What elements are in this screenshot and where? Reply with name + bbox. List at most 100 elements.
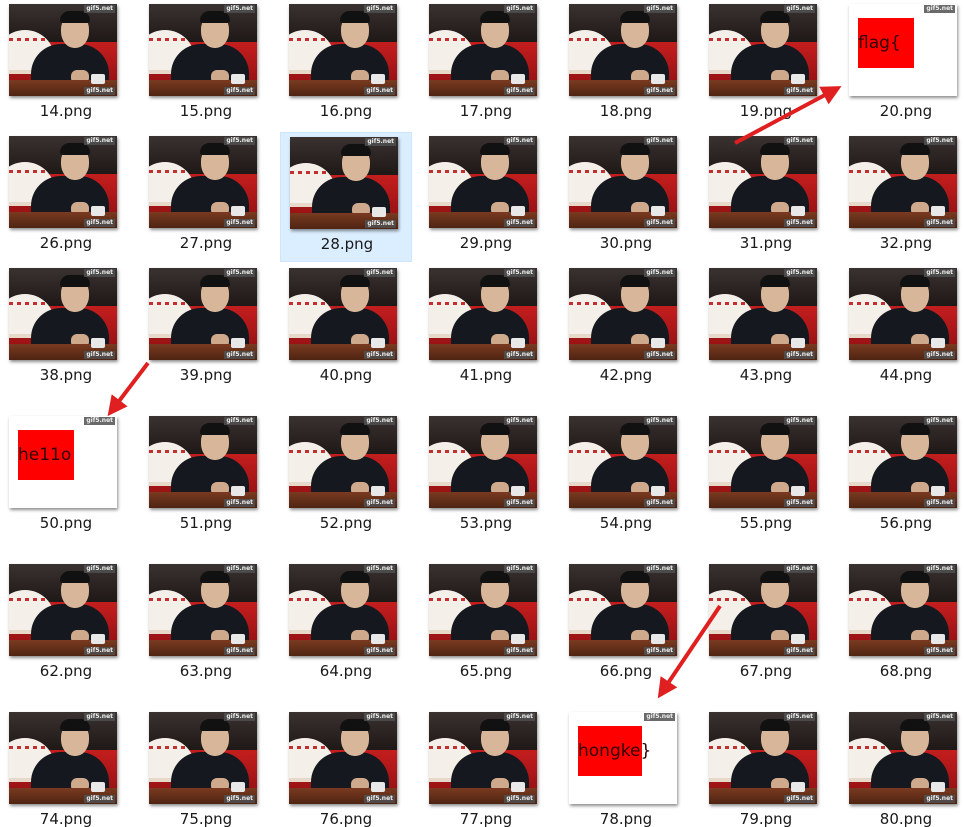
file-item[interactable]: gif5.net gif5.net 75.png xyxy=(140,708,272,827)
file-name: 65.png xyxy=(459,662,513,680)
photo-cups xyxy=(231,338,245,348)
file-item[interactable]: gif5.net gif5.net 68.png xyxy=(840,560,964,690)
photo-cups xyxy=(791,338,805,348)
photo-cups xyxy=(372,207,386,217)
watermark: gif5.net xyxy=(504,795,535,803)
file-item[interactable]: gif5.net gif5.net 76.png xyxy=(280,708,412,827)
file-item[interactable]: gif5.net gif5.net 79.png xyxy=(700,708,832,827)
file-item[interactable]: gif5.net gif5.net 17.png xyxy=(420,0,552,130)
watermark: gif5.net xyxy=(784,137,815,145)
photo-thumbnail: gif5.net gif5.net xyxy=(9,712,117,804)
photo-thumbnail: gif5.net gif5.net xyxy=(429,564,537,656)
file-item[interactable]: gif5.net gif5.net 38.png xyxy=(0,264,132,394)
file-item[interactable]: flag{gif5.net 20.png xyxy=(840,0,964,130)
photo-cups xyxy=(791,782,805,792)
flag-thumbnail: he11o gif5.net xyxy=(9,416,117,508)
file-item[interactable]: gif5.net gif5.net 30.png xyxy=(560,132,692,262)
photo-cups xyxy=(931,486,945,496)
watermark: gif5.net xyxy=(84,219,115,227)
file-item[interactable]: gif5.net gif5.net 55.png xyxy=(700,412,832,542)
photo-cups xyxy=(931,206,945,216)
photo-thumbnail: gif5.net gif5.net xyxy=(289,564,397,656)
file-item[interactable]: gif5.net gif5.net 56.png xyxy=(840,412,964,542)
file-item[interactable]: gif5.net gif5.net 54.png xyxy=(560,412,692,542)
watermark: gif5.net xyxy=(364,713,395,721)
watermark: gif5.net xyxy=(364,351,395,359)
file-item[interactable]: gif5.net gif5.net 53.png xyxy=(420,412,552,542)
file-item[interactable]: gif5.net gif5.net 63.png xyxy=(140,560,272,690)
file-item[interactable]: gif5.net gif5.net 51.png xyxy=(140,412,272,542)
file-item[interactable]: gif5.net gif5.net 64.png xyxy=(280,560,412,690)
file-item[interactable]: gif5.net gif5.net 74.png xyxy=(0,708,132,827)
photo-cups xyxy=(371,486,385,496)
watermark: gif5.net xyxy=(364,499,395,507)
file-item[interactable]: gif5.net gif5.net 80.png xyxy=(840,708,964,827)
watermark: gif5.net xyxy=(644,269,675,277)
file-item[interactable]: gif5.net gif5.net 18.png xyxy=(560,0,692,130)
watermark: gif5.net xyxy=(364,647,395,655)
photo-cups xyxy=(91,206,105,216)
photo-thumbnail: gif5.net gif5.net xyxy=(149,564,257,656)
file-name: 40.png xyxy=(319,366,373,384)
file-item[interactable]: gif5.net gif5.net 65.png xyxy=(420,560,552,690)
file-item[interactable]: gif5.net gif5.net 19.png xyxy=(700,0,832,130)
photo-cups xyxy=(371,782,385,792)
file-name: 39.png xyxy=(179,366,233,384)
file-item[interactable]: gif5.net gif5.net 52.png xyxy=(280,412,412,542)
file-item[interactable]: gif5.net gif5.net 14.png xyxy=(0,0,132,130)
file-item[interactable]: gif5.net gif5.net 28.png xyxy=(280,132,412,262)
file-item[interactable]: gif5.net gif5.net 67.png xyxy=(700,560,832,690)
file-item[interactable]: gif5.net gif5.net 15.png xyxy=(140,0,272,130)
watermark: gif5.net xyxy=(84,87,115,95)
photo-thumbnail: gif5.net gif5.net xyxy=(709,416,817,508)
file-item[interactable]: gif5.net gif5.net 41.png xyxy=(420,264,552,394)
file-item[interactable]: gif5.net gif5.net 27.png xyxy=(140,132,272,262)
file-item[interactable]: gif5.net gif5.net 29.png xyxy=(420,132,552,262)
file-item[interactable]: gif5.net gif5.net 40.png xyxy=(280,264,412,394)
file-name: 66.png xyxy=(599,662,653,680)
file-item[interactable]: gif5.net gif5.net 42.png xyxy=(560,264,692,394)
file-item[interactable]: gif5.net gif5.net 66.png xyxy=(560,560,692,690)
file-item[interactable]: gif5.net gif5.net 39.png xyxy=(140,264,272,394)
watermark: gif5.net xyxy=(644,5,675,13)
watermark: gif5.net xyxy=(84,351,115,359)
file-item[interactable]: gif5.net gif5.net 43.png xyxy=(700,264,832,394)
watermark: gif5.net xyxy=(364,5,395,13)
watermark: gif5.net xyxy=(644,137,675,145)
watermark: gif5.net xyxy=(84,565,115,573)
file-item[interactable]: gif5.net gif5.net 32.png xyxy=(840,132,964,262)
watermark: gif5.net xyxy=(224,351,255,359)
watermark: gif5.net xyxy=(364,565,395,573)
photo-cups xyxy=(91,634,105,644)
file-name: 29.png xyxy=(459,234,513,252)
file-item[interactable]: gif5.net gif5.net 62.png xyxy=(0,560,132,690)
file-name: 79.png xyxy=(739,810,793,827)
photo-thumbnail: gif5.net gif5.net xyxy=(9,268,117,360)
file-item[interactable]: he11o gif5.net 50.png xyxy=(0,412,132,542)
file-item[interactable]: gif5.net gif5.net 31.png xyxy=(700,132,832,262)
watermark: gif5.net xyxy=(224,137,255,145)
file-item[interactable]: gif5.net gif5.net 16.png xyxy=(280,0,412,130)
watermark: gif5.net xyxy=(504,269,535,277)
file-item[interactable]: gif5.net gif5.net 26.png xyxy=(0,132,132,262)
file-item[interactable]: gif5.net gif5.net 77.png xyxy=(420,708,552,827)
watermark: gif5.net xyxy=(84,417,115,425)
photo-cups xyxy=(231,634,245,644)
watermark: gif5.net xyxy=(924,499,955,507)
photo-cups xyxy=(231,74,245,84)
file-name: 55.png xyxy=(739,514,793,532)
file-name: 64.png xyxy=(319,662,373,680)
watermark: gif5.net xyxy=(644,647,675,655)
watermark: gif5.net xyxy=(644,219,675,227)
file-name: 74.png xyxy=(39,810,93,827)
watermark: gif5.net xyxy=(224,795,255,803)
file-item[interactable]: gif5.net gif5.net 44.png xyxy=(840,264,964,394)
photo-thumbnail: gif5.net gif5.net xyxy=(849,268,957,360)
photo-cups xyxy=(651,338,665,348)
photo-thumbnail: gif5.net gif5.net xyxy=(149,136,257,228)
photo-thumbnail: gif5.net gif5.net xyxy=(149,268,257,360)
file-name: 27.png xyxy=(179,234,233,252)
file-item[interactable]: hongke} gif5.net 78.png xyxy=(560,708,692,827)
file-name: 41.png xyxy=(459,366,513,384)
file-name: 44.png xyxy=(879,366,933,384)
